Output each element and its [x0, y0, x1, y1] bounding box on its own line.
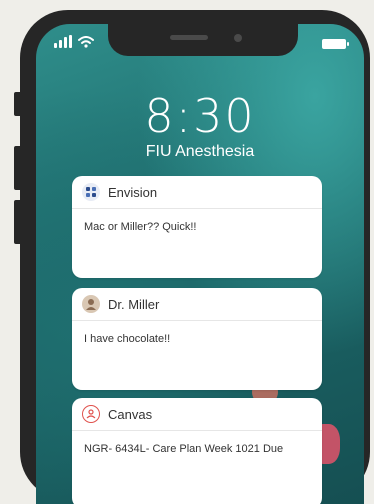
notification-header: Envision [72, 176, 322, 209]
lock-screen-subtitle: FIU Anesthesia [145, 143, 255, 160]
notification-card[interactable]: Dr. Miller I have chocolate!! [72, 288, 322, 390]
notification-card[interactable]: Canvas NGR- 6434L- Care Plan Week 1021 D… [72, 398, 322, 504]
notification-message: Mac or Miller?? Quick!! [84, 221, 197, 233]
notification-app-name: Canvas [108, 406, 153, 422]
notification-card[interactable]: Envision Mac or Miller?? Quick!! [72, 176, 322, 278]
contact-avatar-icon [82, 295, 100, 313]
speaker [170, 35, 208, 40]
lock-screen-time: 8:30 [144, 89, 256, 143]
notch [108, 24, 298, 56]
notification-app-name: Envision [108, 184, 158, 200]
signal-bars-icon [54, 35, 72, 48]
canvas-app-icon [82, 405, 100, 423]
notification-app-name: Dr. Miller [108, 296, 160, 312]
notification-message: NGR- 6434L- Care Plan Week 1021 Due [84, 443, 284, 455]
notification-message: I have chocolate!! [84, 333, 171, 345]
notification-header: Canvas [72, 398, 322, 431]
battery-icon [322, 39, 349, 49]
lock-screen: 8:30 FIU Anesthesia Envision Mac or Mill… [36, 24, 364, 504]
notification-header: Dr. Miller [72, 288, 322, 321]
status-bar-left [54, 35, 94, 48]
envision-app-icon [82, 183, 100, 201]
front-camera [234, 34, 242, 42]
wifi-icon [78, 36, 94, 48]
